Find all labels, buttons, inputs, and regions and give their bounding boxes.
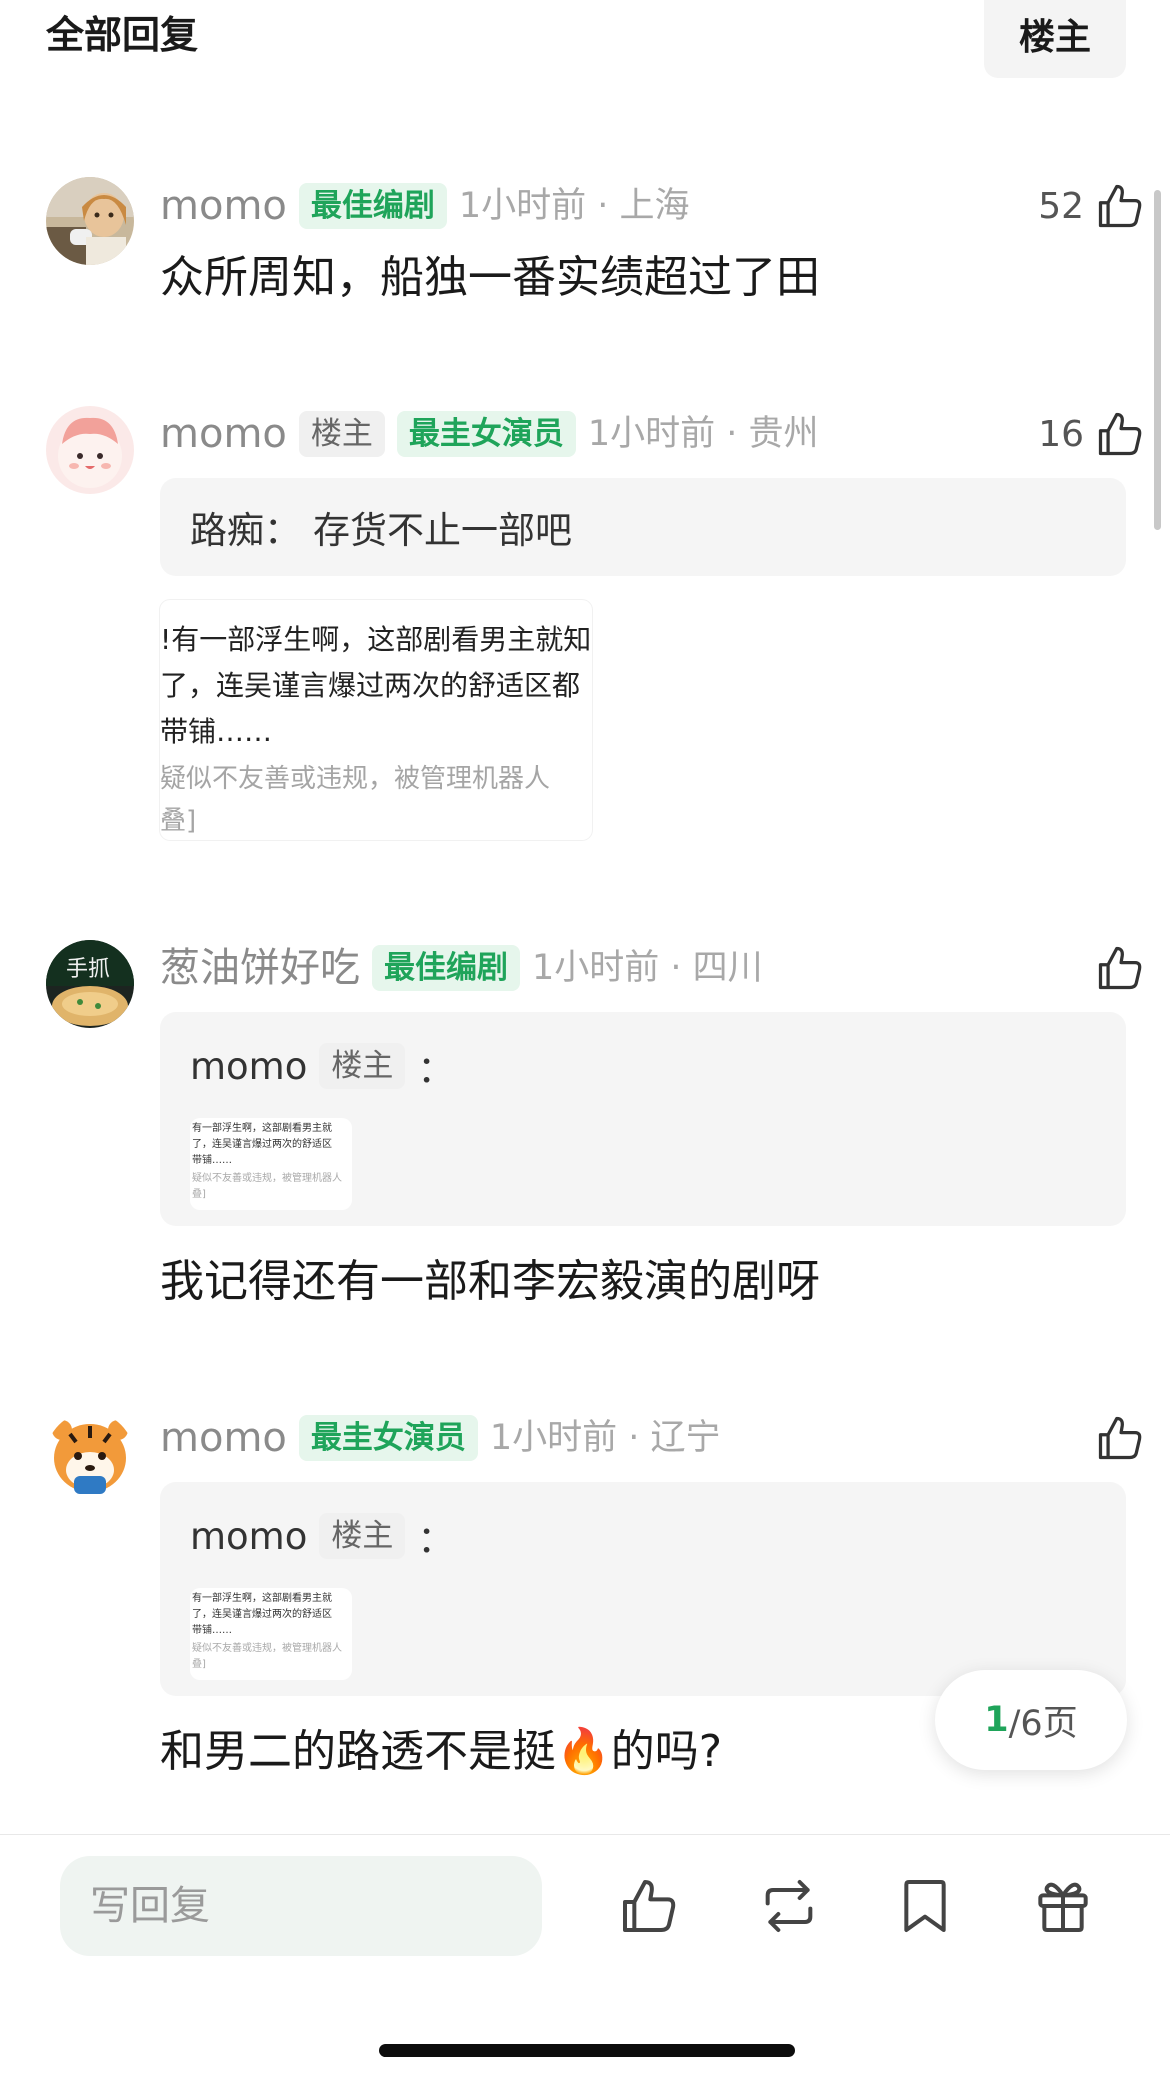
like-post-button[interactable] <box>614 1870 684 1942</box>
username[interactable]: momo <box>160 406 287 462</box>
thumbs-up-icon <box>1098 1416 1142 1460</box>
image-text-line: 疑似不友善或违规，被管理机器人 <box>160 764 551 794</box>
quoted-reply[interactable]: 路痴： 存货不止一部吧 <box>160 478 1126 576</box>
badge-best-actress: 最圭女演员 <box>298 1415 478 1461</box>
comment-time-location: 1小时前 · 辽宁 <box>489 1418 721 1458</box>
quoted-image[interactable]: 有一部浮生啊，这部剧看男主就 了，连吴谨言爆过两次的舒适区 带铺…… 疑似不友善… <box>190 1118 352 1210</box>
image-text-line: 叠] <box>160 806 197 836</box>
thumbs-up-icon <box>623 1880 676 1932</box>
comment-meta: momo 最圭女演员 1小时前 · 辽宁 <box>160 1410 721 1466</box>
image-text-line: 了，连吴谨言爆过两次的舒适区 <box>192 1609 332 1620</box>
scrollbar[interactable] <box>1154 190 1161 530</box>
image-text-line: 疑似不友善或违规，被管理机器人 <box>192 1643 342 1654</box>
quote-line: momo 楼主 ： <box>190 1508 454 1564</box>
pink-cartoon-avatar-icon <box>46 406 134 494</box>
gift-icon <box>1038 1882 1088 1932</box>
quoted-reply[interactable]: momo 楼主 ： 有一部浮生啊，这部剧看男主就 了，连吴谨言爆过两次的舒适区 … <box>160 1012 1126 1226</box>
like-button[interactable]: 52 <box>1038 174 1146 238</box>
thumbs-up-icon <box>1098 946 1142 990</box>
header: 全部回复 楼主 <box>0 0 1170 80</box>
avatar[interactable] <box>46 1412 134 1500</box>
avatar[interactable] <box>46 177 134 265</box>
thumbs-up-icon <box>1098 184 1142 228</box>
badge-op: 楼主 <box>319 1513 406 1559</box>
like-count: 52 <box>1038 185 1084 227</box>
repost-icon <box>765 1880 813 1932</box>
comment-text-part: 和男二的路透不是挺 <box>160 1726 556 1777</box>
bookmark-icon <box>904 1880 946 1932</box>
page-title: 全部回复 <box>46 13 199 57</box>
op-only-filter-button[interactable]: 楼主 <box>984 0 1126 78</box>
quote-author: 路痴 <box>190 509 264 552</box>
page-indicator-button[interactable]: 1/6页 <box>935 1670 1127 1770</box>
comment-time-location: 1小时前 · 贵州 <box>587 414 819 454</box>
comment-time-location: 1小时前 · 上海 <box>458 186 690 226</box>
avatar[interactable]: 手抓 <box>46 940 134 1028</box>
badge-op: 楼主 <box>319 1043 406 1089</box>
image-text-line: 叠] <box>192 1659 206 1670</box>
comment-meta: momo 最佳编剧 1小时前 · 上海 <box>160 178 690 234</box>
comment-text: 众所周知，船独一番实绩超过了田 <box>160 252 820 303</box>
reply-input[interactable] <box>60 1856 542 1956</box>
tiger-cartoon-avatar-icon <box>46 1412 134 1500</box>
scallion-pancake-avatar-icon: 手抓 <box>46 940 134 1028</box>
image-text-line: !有一部浮生啊，这部剧看男主就知 <box>160 623 592 656</box>
quote-text: 存货不止一部吧 <box>313 509 572 552</box>
like-button[interactable] <box>1094 936 1146 1000</box>
comment-time-location: 1小时前 · 四川 <box>532 948 763 988</box>
username[interactable]: momo <box>160 1410 287 1466</box>
image-text-line: 了，连吴谨言爆过两次的舒适区都 <box>160 669 581 702</box>
quote-author: momo <box>190 1044 308 1088</box>
avatar[interactable] <box>46 406 134 494</box>
image-text-line: 疑似不友善或违规，被管理机器人 <box>192 1173 342 1184</box>
fire-emoji-icon: 🔥 <box>556 1726 611 1777</box>
bottom-bar-divider <box>0 1834 1170 1835</box>
comment-text: 和男二的路透不是挺🔥的吗? <box>160 1722 722 1782</box>
current-page: 1 <box>984 1700 1009 1740</box>
quote-line: momo 楼主 ： <box>190 1038 454 1094</box>
like-count: 16 <box>1038 413 1084 455</box>
like-button[interactable] <box>1094 1406 1146 1470</box>
image-text-line: 了，连吴谨言爆过两次的舒适区 <box>192 1139 332 1150</box>
bookmark-button[interactable] <box>890 1870 960 1942</box>
badge-best-writer: 最佳编剧 <box>298 183 447 229</box>
comment-meta: momo 楼主 最圭女演员 1小时前 · 贵州 <box>160 406 819 462</box>
quoted-image[interactable]: 有一部浮生啊，这部剧看男主就 了，连吴谨言爆过两次的舒适区 带铺…… 疑似不友善… <box>190 1588 352 1680</box>
quote-author: momo <box>190 1514 308 1558</box>
image-text-line: 带铺…… <box>192 1155 232 1166</box>
image-text-line: 带铺…… <box>160 715 273 748</box>
quote-line: 路痴： 存货不止一部吧 <box>190 478 572 576</box>
comment-image[interactable]: !有一部浮生啊，这部剧看男主就知 了，连吴谨言爆过两次的舒适区都 带铺…… 疑似… <box>160 600 592 840</box>
gift-button[interactable] <box>1028 1870 1098 1942</box>
username[interactable]: momo <box>160 178 287 234</box>
badge-op: 楼主 <box>298 411 385 457</box>
image-text-line: 有一部浮生啊，这部剧看男主就 <box>192 1123 332 1134</box>
quote-separator: ： <box>417 1048 455 1091</box>
comment-text: 我记得还有一部和李宏毅演的剧呀 <box>160 1256 820 1307</box>
thumbs-up-icon <box>1098 412 1142 456</box>
badge-best-writer: 最佳编剧 <box>372 945 520 991</box>
home-indicator[interactable] <box>379 2044 795 2057</box>
comment-text-part: 的吗? <box>610 1726 723 1777</box>
total-pages: /6页 <box>1008 1703 1078 1744</box>
quoted-reply[interactable]: momo 楼主 ： 有一部浮生啊，这部剧看男主就 了，连吴谨言爆过两次的舒适区 … <box>160 1482 1126 1696</box>
svg-text:手抓: 手抓 <box>66 957 110 982</box>
badge-best-actress: 最圭女演员 <box>396 411 576 457</box>
image-text-line: 叠] <box>192 1189 206 1200</box>
repost-button[interactable] <box>754 1870 824 1942</box>
girl-photo-avatar-icon <box>46 177 134 265</box>
image-text-line: 有一部浮生啊，这部剧看男主就 <box>192 1593 332 1604</box>
image-text-line: 带铺…… <box>192 1625 232 1636</box>
comment-meta: 葱油饼好吃 最佳编剧 1小时前 · 四川 <box>160 940 763 996</box>
username[interactable]: 葱油饼好吃 <box>160 940 360 996</box>
quote-separator: ： <box>264 509 301 552</box>
quote-separator: ： <box>417 1518 455 1561</box>
like-button[interactable]: 16 <box>1038 402 1146 466</box>
